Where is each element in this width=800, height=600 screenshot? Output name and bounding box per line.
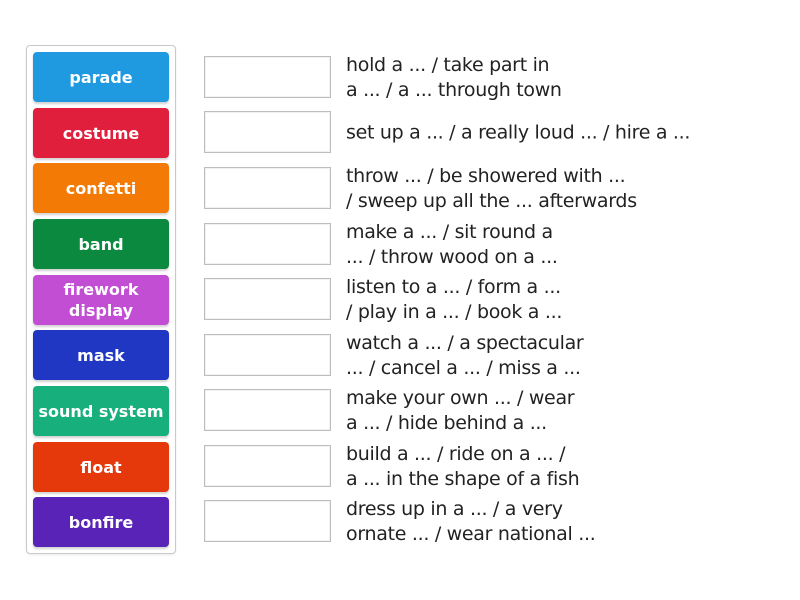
clue-text: build a ... / ride on a ... / a ... in th… xyxy=(346,443,580,490)
match-row: make your own ... / wear a ... / hide beh… xyxy=(204,387,784,434)
clue-text: throw ... / be showered with ... / sweep … xyxy=(346,165,637,212)
match-row: set up a ... / a really loud ... / hire … xyxy=(204,111,784,155)
match-row: hold a ... / take part in a ... / a ... t… xyxy=(204,54,784,101)
clue-text: dress up in a ... / a very ornate ... / w… xyxy=(346,498,596,545)
tile-sound-system[interactable]: sound system xyxy=(33,386,169,436)
drop-target[interactable] xyxy=(204,445,331,487)
clue-text: make your own ... / wear a ... / hide beh… xyxy=(346,387,575,434)
clue-text: set up a ... / a really loud ... / hire … xyxy=(346,121,691,144)
tile-bonfire[interactable]: bonfire xyxy=(33,497,169,547)
drop-target[interactable] xyxy=(204,278,331,320)
drop-target[interactable] xyxy=(204,167,331,209)
drop-target[interactable] xyxy=(204,223,331,265)
drop-target[interactable] xyxy=(204,111,331,153)
drop-target[interactable] xyxy=(204,56,331,98)
match-row: make a ... / sit round a... / throw wood… xyxy=(204,221,784,268)
clue-text: watch a ... / a spectacular... / cancel … xyxy=(346,332,584,379)
clue-text: listen to a ... / form a ... / play in a … xyxy=(346,276,563,323)
drop-target[interactable] xyxy=(204,334,331,376)
match-row: build a ... / ride on a ... / a ... in th… xyxy=(204,443,784,490)
match-row: throw ... / be showered with ... / sweep … xyxy=(204,165,784,212)
match-row: dress up in a ... / a very ornate ... / w… xyxy=(204,498,784,545)
clue-text: make a ... / sit round a... / throw wood… xyxy=(346,221,558,268)
tile-costume[interactable]: costume xyxy=(33,108,169,158)
tile-firework-display[interactable]: firework display xyxy=(33,275,169,325)
tile-mask[interactable]: mask xyxy=(33,330,169,380)
match-row: watch a ... / a spectacular... / cancel … xyxy=(204,332,784,379)
tile-bank: parade costume confetti band firework di… xyxy=(26,45,176,554)
tile-band[interactable]: band xyxy=(33,219,169,269)
drop-target[interactable] xyxy=(204,500,331,542)
tile-float[interactable]: float xyxy=(33,442,169,492)
match-row: listen to a ... / form a ... / play in a … xyxy=(204,276,784,323)
tile-confetti[interactable]: confetti xyxy=(33,163,169,213)
clue-text: hold a ... / take part in a ... / a ... t… xyxy=(346,54,562,101)
drop-target[interactable] xyxy=(204,389,331,431)
tile-parade[interactable]: parade xyxy=(33,52,169,102)
